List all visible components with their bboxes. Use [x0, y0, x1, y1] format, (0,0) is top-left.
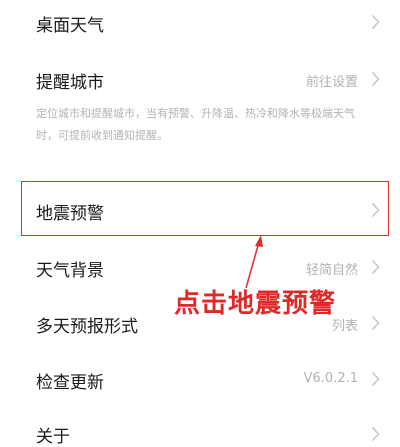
row-title: 桌面天气: [36, 16, 104, 36]
settings-row-check-update[interactable]: 检查更新 V6.0.2.1: [0, 352, 400, 404]
row-title: 提醒城市: [36, 73, 104, 93]
highlight-box: [21, 181, 389, 236]
row-value: 轻简自然: [305, 263, 358, 278]
chevron-right-icon: [371, 14, 380, 30]
chevron-right-icon: [371, 315, 380, 331]
annotation-text: 点击地震预警: [174, 289, 337, 319]
chevron-right-icon: [371, 259, 380, 275]
row-value: 前往设置: [305, 75, 358, 90]
row-title: 检查更新: [36, 373, 104, 393]
settings-row-reminder-city[interactable]: 提醒城市 前往设置 定位城市和提醒城市，当有预警、升降温、热冷和降水等极端天气时…: [0, 52, 400, 162]
chevron-right-icon: [371, 371, 380, 387]
settings-row-desktop-weather[interactable]: 桌面天气: [0, 0, 400, 44]
chevron-right-icon: [371, 71, 380, 87]
chevron-right-icon: [371, 426, 380, 442]
row-value: V6.0.2.1: [303, 371, 358, 386]
row-description: 定位城市和提醒城市，当有预警、升降温、热冷和降水等极端天气时，可提前收到通知提醒…: [36, 107, 355, 142]
row-title: 多天预报形式: [36, 317, 138, 337]
settings-row-about[interactable]: 关于: [0, 408, 400, 447]
row-title: 天气背景: [36, 261, 104, 281]
row-title: 关于: [36, 427, 70, 447]
